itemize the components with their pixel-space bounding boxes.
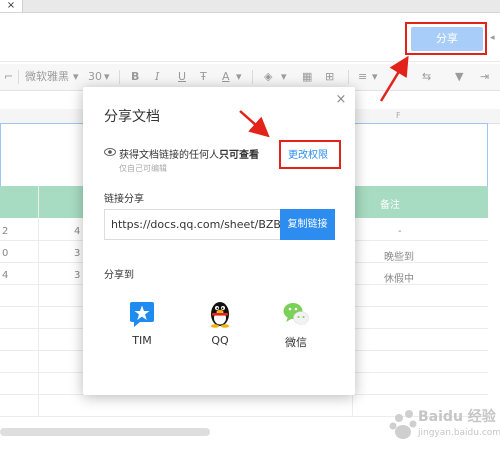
- font-color-chevron-icon[interactable]: ▾: [236, 69, 242, 85]
- table-cell[interactable]: 晚些到: [384, 248, 414, 263]
- toolbar-divider: [348, 70, 349, 84]
- font-family-chevron-icon[interactable]: ▾: [73, 69, 79, 85]
- permission-text: 获得文档链接的任何人只可查看: [119, 146, 259, 161]
- wechat-icon[interactable]: [282, 300, 310, 328]
- qq-label[interactable]: QQ: [190, 334, 250, 347]
- eye-icon: [104, 148, 116, 156]
- table-cell[interactable]: 0: [2, 248, 8, 259]
- close-icon[interactable]: ×: [333, 92, 349, 107]
- filter-icon[interactable]: ▼: [455, 69, 463, 85]
- font-size-chevron-icon[interactable]: ▾: [104, 69, 110, 85]
- font-color-button[interactable]: A: [222, 69, 230, 85]
- toolbar-divider: [119, 70, 120, 84]
- column-divider: [38, 186, 39, 416]
- underline-button[interactable]: U: [178, 69, 186, 85]
- align-chevron-icon[interactable]: ▾: [372, 69, 378, 85]
- table-cell[interactable]: 4: [74, 226, 80, 237]
- wechat-label[interactable]: 微信: [266, 334, 326, 350]
- align-left-icon[interactable]: ≡: [358, 69, 367, 85]
- link-share-label: 链接分享: [104, 194, 144, 205]
- watermark-subtext: jingyan.baidu.com: [418, 428, 500, 438]
- merge-cells-icon[interactable]: ⊞: [325, 69, 334, 85]
- watermark-text: Baidu 经验: [418, 409, 496, 425]
- note-column-header: 备注: [380, 200, 400, 211]
- table-cell[interactable]: 3: [74, 248, 80, 259]
- table-cell[interactable]: 休假中: [384, 270, 414, 285]
- share-to-label: 分享到: [104, 270, 134, 281]
- change-permission-highlight: [279, 140, 341, 169]
- tab-close-icon[interactable]: ×: [0, 0, 23, 12]
- table-cell[interactable]: 2: [2, 226, 8, 237]
- table-cell[interactable]: 3: [74, 270, 80, 281]
- toolbar-divider: [18, 70, 19, 84]
- header-more-icon[interactable]: ◂: [490, 33, 495, 43]
- permission-text-bold: 只可查看: [219, 150, 259, 161]
- share-button-highlight: [405, 22, 487, 55]
- browser-tab-strip: [0, 0, 500, 13]
- strikethrough-button[interactable]: Ŧ: [200, 69, 207, 85]
- table-cell[interactable]: -: [398, 226, 402, 237]
- undo-icon[interactable]: ⌐: [4, 69, 13, 85]
- horizontal-scrollbar[interactable]: [0, 428, 210, 436]
- font-size-select[interactable]: 30: [88, 69, 102, 85]
- permission-text-prefix: 获得文档链接的任何人: [119, 150, 219, 161]
- table-cell[interactable]: 4: [2, 270, 8, 281]
- wrap-text-icon[interactable]: ⇆: [422, 69, 431, 85]
- tim-label[interactable]: TIM: [112, 334, 172, 347]
- border-icon[interactable]: ▦: [302, 69, 312, 85]
- toolbar-divider: [252, 70, 253, 84]
- bold-button[interactable]: B: [131, 69, 139, 85]
- fill-color-chevron-icon[interactable]: ▾: [281, 69, 287, 85]
- font-family-select[interactable]: 微软雅黑: [25, 69, 69, 85]
- freeze-icon[interactable]: ⇥: [480, 69, 489, 85]
- qq-penguin-icon[interactable]: [206, 300, 234, 328]
- tim-icon[interactable]: [128, 300, 156, 328]
- italic-button[interactable]: I: [155, 69, 159, 85]
- fill-color-icon[interactable]: ◈: [264, 69, 272, 85]
- copy-link-button[interactable]: 复制链接: [280, 209, 335, 240]
- permission-subtext: 仅自己可编辑: [119, 164, 167, 173]
- dialog-title: 分享文档: [104, 109, 160, 125]
- share-url-input[interactable]: https://docs.qq.com/sheet/BZB...: [104, 209, 280, 240]
- column-f-header[interactable]: F: [396, 111, 401, 120]
